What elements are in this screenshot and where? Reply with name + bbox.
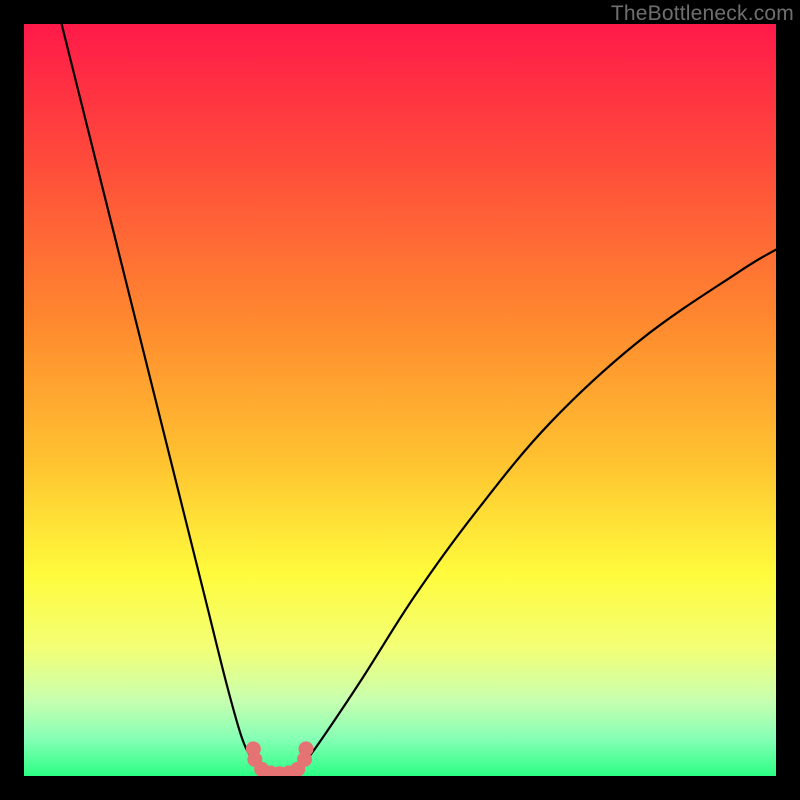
- chart-frame: [24, 24, 776, 776]
- gradient-background: [24, 24, 776, 776]
- watermark-text: TheBottleneck.com: [611, 2, 794, 26]
- marker-dot: [299, 741, 314, 756]
- bottleneck-chart: [24, 24, 776, 776]
